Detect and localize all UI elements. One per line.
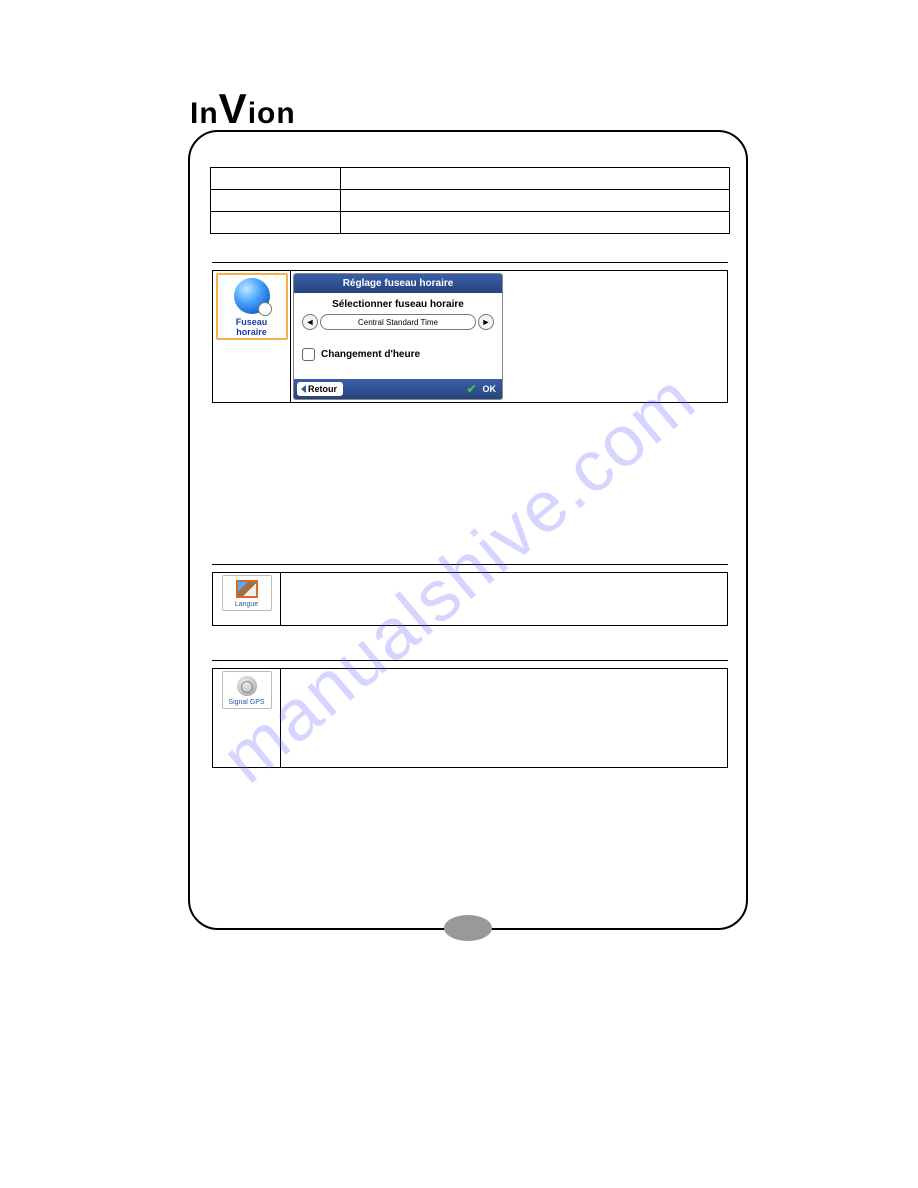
check-icon: ✔ (466, 382, 476, 396)
prev-timezone-button[interactable]: ◄ (302, 314, 318, 330)
timezone-thumb: Fuseau horaire (216, 273, 288, 340)
back-button[interactable]: Retour (297, 382, 343, 396)
language-icon-cell: Langue (213, 573, 281, 625)
page-number-badge (444, 915, 492, 941)
gps-icon (237, 676, 257, 696)
timezone-screenshot-cell: Réglage fuseau horaire Sélectionner fuse… (291, 271, 727, 402)
screenshot-subtitle: Sélectionner fuseau horaire (302, 299, 494, 310)
gps-row: Signal GPS (212, 668, 728, 768)
language-content-cell (281, 573, 727, 625)
language-icon (236, 580, 258, 598)
back-arrow-icon (301, 385, 306, 393)
next-timezone-button[interactable]: ► (478, 314, 494, 330)
timezone-icon-cell: Fuseau horaire (213, 271, 291, 402)
globe-icon (234, 278, 270, 314)
language-thumb: Langue (222, 575, 272, 611)
header-table (210, 167, 730, 234)
device-screenshot: Réglage fuseau horaire Sélectionner fuse… (293, 273, 503, 400)
dst-checkbox[interactable] (302, 348, 315, 361)
language-label: Langue (235, 601, 258, 608)
gps-icon-cell: Signal GPS (213, 669, 281, 767)
divider (212, 564, 728, 565)
brand-logo: InVion (190, 85, 296, 133)
timezone-value[interactable]: Central Standard Time (320, 314, 476, 330)
divider (212, 660, 728, 661)
gps-content-cell (281, 669, 727, 767)
document-page-frame: Fuseau horaire Réglage fuseau horaire Sé… (188, 130, 748, 930)
language-row: Langue (212, 572, 728, 626)
timezone-thumb-label: Fuseau horaire (220, 317, 284, 337)
gps-thumb: Signal GPS (222, 671, 272, 709)
timezone-row: Fuseau horaire Réglage fuseau horaire Sé… (212, 270, 728, 403)
screenshot-title: Réglage fuseau horaire (294, 274, 502, 293)
divider (212, 262, 728, 263)
dst-label: Changement d'heure (321, 349, 420, 360)
gps-label: Signal GPS (228, 699, 264, 706)
back-label: Retour (308, 384, 337, 394)
ok-button[interactable]: OK (483, 384, 497, 394)
